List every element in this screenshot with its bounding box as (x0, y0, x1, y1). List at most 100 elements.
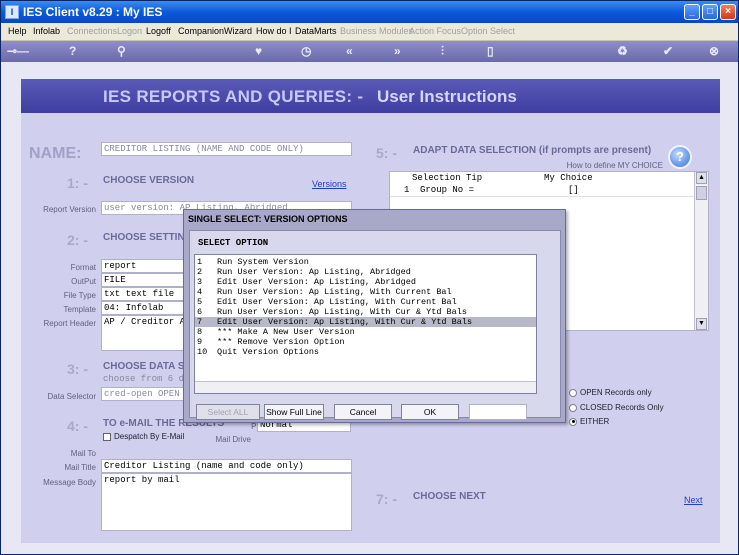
mail-drive-label: Mail Drive (215, 435, 251, 444)
data-selector-field[interactable]: cred-open OPEN C (101, 387, 187, 401)
file-type-field[interactable]: txt text file (101, 287, 187, 301)
grid-row-choice[interactable]: [] (568, 185, 579, 195)
list-item[interactable]: 4 Run User Version: Ap Listing, With Curr… (195, 287, 536, 297)
document-icon[interactable]: ▯ (487, 44, 494, 58)
menu-business-modules[interactable]: Business Modules (340, 26, 413, 36)
closed-records-label: CLOSED Records Only (580, 403, 664, 412)
closed-records-radio[interactable]: CLOSED Records Only (569, 403, 664, 412)
menu-datamarts[interactable]: DataMarts (295, 26, 337, 36)
menu-how-do-i[interactable]: How do I (256, 26, 292, 36)
page-subtitle: User Instructions (377, 87, 517, 106)
list-item[interactable]: 10 Quit Version Options (195, 347, 536, 357)
report-header-field[interactable]: AP / Creditor Ac (101, 315, 187, 351)
data-selector-label: Data Selector (47, 392, 96, 401)
data-selection-hint: choose from 6 da (103, 374, 187, 384)
forward-icon[interactable]: » (394, 44, 401, 58)
format-label: Format (70, 263, 96, 272)
grid-row-number: 1 (404, 185, 410, 195)
scroll-down-icon[interactable]: ▼ (696, 318, 707, 330)
toolbar: ⊸— ? ⚲ ♥ ◷ « » ⫶ ▯ ♻ ✔ ⊗ (1, 41, 738, 62)
scroll-thumb[interactable] (696, 186, 707, 200)
key-icon[interactable]: ⊸— (7, 44, 29, 58)
despatch-email-checkbox[interactable]: Despatch By E-Mail (103, 432, 184, 441)
page-header: IES REPORTS AND QUERIES: - User Instruct… (21, 79, 720, 113)
list-item[interactable]: 1 Run System Version (195, 257, 536, 267)
favorite-icon[interactable]: ♥ (255, 44, 262, 58)
section-7-title: CHOOSE NEXT (413, 491, 486, 502)
app-window: I IES Client v8.29 : My IES _ □ × Help I… (0, 0, 739, 555)
message-body-field[interactable]: report by mail (101, 473, 352, 531)
search-icon[interactable]: ⚲ (117, 44, 126, 58)
filter-input[interactable] (469, 404, 527, 420)
next-link[interactable]: Next (684, 495, 703, 505)
template-label: Template (63, 305, 96, 314)
section-3-title: CHOOSE DATA SE (103, 361, 192, 372)
maximize-button[interactable]: □ (702, 4, 718, 20)
list-item[interactable]: 5 Edit User Version: Ap Listing, With Cur… (195, 297, 536, 307)
show-full-line-button[interactable]: Show Full Line (264, 404, 324, 420)
mail-to-label: Mail To (70, 449, 96, 458)
dialog-title: SINGLE SELECT: VERSION OPTIONS (188, 214, 348, 224)
section-5-title: ADAPT DATA SELECTION (if prompts are pre… (413, 145, 652, 156)
list-item[interactable]: 8 *** Make A New User Version (195, 327, 536, 337)
menu-wizard[interactable]: Wizard (224, 26, 252, 36)
grid-header: Selection Tip My Choice (390, 172, 695, 184)
menu-connections[interactable]: Connections (67, 26, 117, 36)
select-all-button[interactable]: Select ALL (196, 404, 260, 420)
section-7-number: 7: - (376, 491, 397, 507)
grid-scrollbar[interactable]: ▲ ▼ (694, 172, 708, 330)
menu-action-focus[interactable]: Action Focus (409, 26, 461, 36)
section-1-title: CHOOSE VERSION (103, 175, 195, 186)
list-item-selected[interactable]: 7 Edit User Version: Ap Listing, With Cur… (195, 317, 536, 327)
versions-link[interactable]: Versions (312, 179, 347, 189)
clock-icon[interactable]: ◷ (301, 44, 311, 58)
confirm-icon[interactable]: ✔ (663, 44, 673, 58)
pin-icon[interactable]: ⫶ (441, 44, 444, 59)
message-body-label: Message Body (43, 478, 96, 487)
grid-col-selection-tip: Selection Tip (412, 173, 483, 183)
exit-icon[interactable]: ⊗ (709, 44, 719, 58)
menu-infolab[interactable]: Infolab (33, 26, 60, 36)
help-icon[interactable]: ? (69, 44, 76, 58)
menu-option-select[interactable]: Option Select (461, 26, 515, 36)
open-records-radio[interactable]: OPEN Records only (569, 388, 652, 397)
close-button[interactable]: × (720, 4, 736, 20)
menu-logon[interactable]: Logon (117, 26, 142, 36)
grid-col-my-choice: My Choice (544, 173, 593, 183)
menu-companion[interactable]: Companion (178, 26, 224, 36)
section-4-number: 4: - (67, 418, 88, 434)
list-item[interactable]: 9 *** Remove Version Option (195, 337, 536, 347)
mail-title-field[interactable]: Creditor Listing (name and code only) (101, 459, 352, 473)
menu-bar: Help Infolab Connections Logon Logoff Co… (1, 23, 738, 41)
cancel-button[interactable]: Cancel (334, 404, 392, 420)
file-type-label: File Type (63, 291, 96, 300)
format-field[interactable]: report (101, 259, 187, 273)
either-label: EITHER (580, 417, 610, 426)
ok-button[interactable]: OK (401, 404, 459, 420)
list-item[interactable]: 3 Edit User Version: Ap Listing, Abridged (195, 277, 536, 287)
help-icon[interactable]: ? (668, 145, 692, 169)
output-label: OutPut (71, 277, 96, 286)
section-2-title: CHOOSE SETTING (103, 232, 193, 243)
menu-help[interactable]: Help (8, 26, 27, 36)
output-field[interactable]: FILE (101, 273, 187, 287)
menu-logoff[interactable]: Logoff (146, 26, 171, 36)
despatch-email-label: Despatch By E-Mail (114, 432, 185, 441)
either-radio[interactable]: EITHER (569, 417, 609, 426)
refresh-icon[interactable]: ♻ (617, 44, 628, 58)
template-field[interactable]: 04: Infolab (101, 301, 187, 315)
grid-row[interactable]: 1 Group No = [] (390, 184, 695, 197)
name-field[interactable]: CREDITOR LISTING (NAME AND CODE ONLY) (101, 142, 352, 156)
back-icon[interactable]: « (346, 44, 353, 58)
version-options-dialog: SINGLE SELECT: VERSION OPTIONS SELECT OP… (183, 209, 566, 423)
list-horizontal-scrollbar[interactable] (195, 381, 536, 393)
how-to-define-link[interactable]: How to define MY CHOICE (521, 161, 663, 170)
minimize-button[interactable]: _ (684, 4, 700, 20)
list-item[interactable]: 6 Run User Version: Ap Listing, With Cur … (195, 307, 536, 317)
report-version-label: Report Version (43, 205, 96, 214)
dialog-body: SELECT OPTION 1 Run System Version 2 Run U… (189, 230, 561, 420)
section-5-number: 5: - (376, 145, 397, 161)
scroll-up-icon[interactable]: ▲ (696, 172, 707, 184)
title-bar[interactable]: I IES Client v8.29 : My IES _ □ × (1, 1, 738, 23)
list-item[interactable]: 2 Run User Version: Ap Listing, Abridged (195, 267, 536, 277)
